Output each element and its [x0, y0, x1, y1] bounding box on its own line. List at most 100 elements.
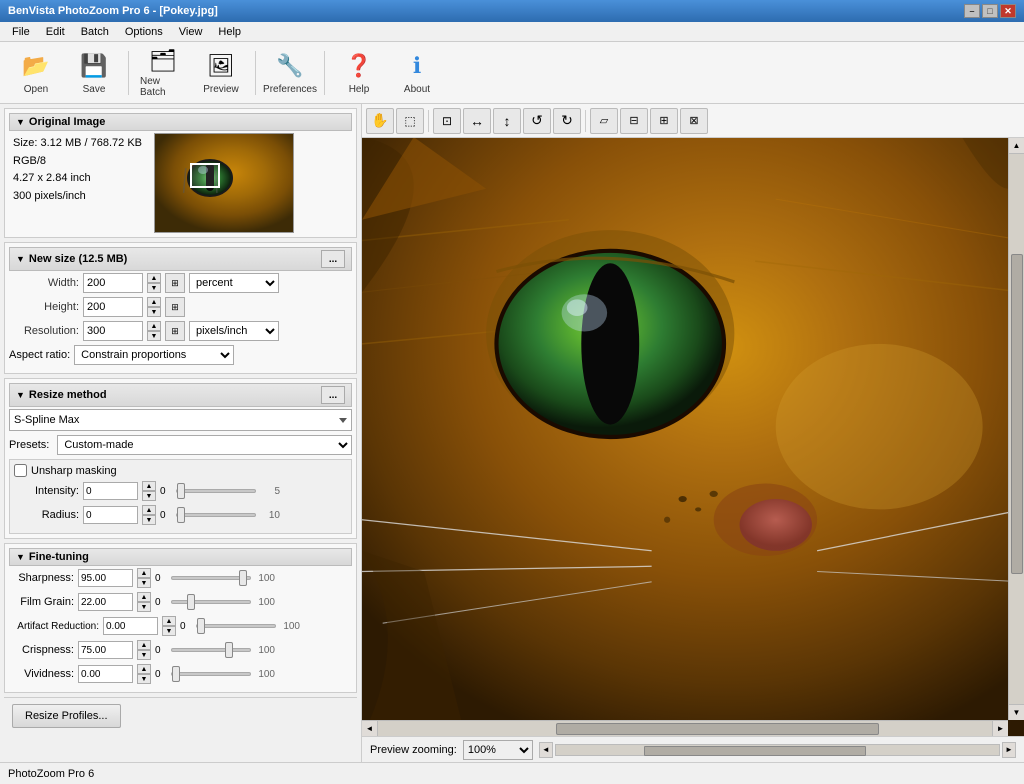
crop-button[interactable]: ⊡ [433, 108, 461, 134]
film-grain-down-button[interactable]: ▼ [137, 602, 151, 612]
radius-up-button[interactable]: ▲ [142, 505, 156, 515]
menu-options[interactable]: Options [117, 24, 171, 40]
preview-button[interactable]: 🖼 Preview [193, 46, 249, 100]
pan-tool-button[interactable]: ✋ [366, 108, 394, 134]
vividness-down-button[interactable]: ▼ [137, 674, 151, 684]
sharpness-down-button[interactable]: ▼ [137, 578, 151, 588]
preview-zoom-select[interactable]: 100% 50% 200% Fit [463, 740, 533, 760]
menu-help[interactable]: Help [210, 24, 249, 40]
intensity-down-button[interactable]: ▼ [142, 491, 156, 501]
fit-button[interactable]: ⊠ [680, 108, 708, 134]
width-extra-button[interactable]: ⊞ [165, 273, 185, 293]
right-panel: ✋ ⬚ ⊡ ↔ ↕ ↺ ↻ ▱ ⊟ ⊞ ⊠ [362, 104, 1024, 762]
sharpness-input[interactable] [78, 569, 133, 587]
crispness-up-button[interactable]: ▲ [137, 640, 151, 650]
intensity-input[interactable] [83, 482, 138, 500]
new-batch-button[interactable]: 🗂 New Batch [135, 46, 191, 100]
move-v-button[interactable]: ↕ [493, 108, 521, 134]
compare-button[interactable]: ⊞ [650, 108, 678, 134]
dimensions: 4.27 x 2.84 inch [13, 170, 142, 188]
rotate-r-button[interactable]: ↻ [553, 108, 581, 134]
sharpness-max: 100 [255, 573, 275, 584]
split-h-button[interactable]: ⊟ [620, 108, 648, 134]
open-button[interactable]: 📂 Open [8, 46, 64, 100]
intensity-up-button[interactable]: ▲ [142, 481, 156, 491]
film-grain-slider[interactable] [171, 600, 251, 604]
sharpness-slider[interactable] [171, 576, 251, 580]
artifact-slider[interactable] [196, 624, 276, 628]
radius-slider[interactable] [176, 513, 256, 517]
vividness-input[interactable] [78, 665, 133, 683]
split-v-button[interactable]: ▱ [590, 108, 618, 134]
width-down-button[interactable]: ▼ [147, 283, 161, 293]
height-up-button[interactable]: ▲ [147, 297, 161, 307]
width-unit-select[interactable]: percent pixels inch cm [189, 273, 279, 293]
zoom-scrollbar[interactable] [555, 744, 1000, 756]
height-row: Height: ▲ ▼ ⊞ [9, 297, 352, 317]
about-button[interactable]: ℹ About [389, 46, 445, 100]
close-button[interactable]: ✕ [1000, 4, 1016, 18]
save-button[interactable]: 💾 Save [66, 46, 122, 100]
height-down-button[interactable]: ▼ [147, 307, 161, 317]
crispness-input[interactable] [78, 641, 133, 659]
resolution-input[interactable] [83, 321, 143, 341]
help-icon: ❓ [343, 51, 375, 82]
minimize-button[interactable]: – [964, 4, 980, 18]
width-input[interactable] [83, 273, 143, 293]
move-h-button[interactable]: ↔ [463, 108, 491, 134]
height-input[interactable] [83, 297, 143, 317]
resize-method-select[interactable]: S-Spline Max S-Spline Bicubic Lanczos Ne… [9, 409, 352, 431]
resolution-unit-select[interactable]: pixels/inch pixels/cm [189, 321, 279, 341]
zoom-scroll-thumb[interactable] [644, 746, 866, 756]
aspect-ratio-select[interactable]: Constrain proportions Free Custom [74, 345, 234, 365]
presets-select[interactable]: Custom-made Default Photo Artwork [57, 435, 352, 455]
sharpness-up-button[interactable]: ▲ [137, 568, 151, 578]
crispness-down-button[interactable]: ▼ [137, 650, 151, 660]
film-grain-input[interactable] [78, 593, 133, 611]
vividness-up-button[interactable]: ▲ [137, 664, 151, 674]
width-up-button[interactable]: ▲ [147, 273, 161, 283]
vscroll-up-button[interactable]: ▲ [1009, 138, 1024, 154]
preview-area[interactable]: ▲ ▼ ◄ ► [362, 138, 1024, 736]
radius-down-button[interactable]: ▼ [142, 515, 156, 525]
hscroll-left-button[interactable]: ◄ [362, 721, 378, 736]
preferences-button[interactable]: 🔧 Preferences [262, 46, 318, 100]
zoom-scroll-left-button[interactable]: ◄ [539, 742, 553, 758]
resolution-extra-button[interactable]: ⊞ [165, 321, 185, 341]
artifact-down-button[interactable]: ▼ [162, 626, 176, 636]
film-grain-max: 100 [255, 597, 275, 608]
preview-label: Preview [203, 84, 239, 95]
resize-profiles-button[interactable]: Resize Profiles... [12, 704, 121, 728]
preview-vscrollbar[interactable]: ▲ ▼ [1008, 138, 1024, 720]
new-size-options-button[interactable]: ... [321, 250, 345, 268]
resolution-down-button[interactable]: ▼ [147, 331, 161, 341]
open-icon: 📂 [20, 51, 52, 82]
maximize-button[interactable]: □ [982, 4, 998, 18]
intensity-slider[interactable] [176, 489, 256, 493]
hscroll-right-button[interactable]: ► [992, 721, 1008, 736]
menu-file[interactable]: File [4, 24, 38, 40]
radius-input[interactable] [83, 506, 138, 524]
menu-edit[interactable]: Edit [38, 24, 73, 40]
help-button[interactable]: ❓ Help [331, 46, 387, 100]
menu-view[interactable]: View [171, 24, 211, 40]
height-extra-button[interactable]: ⊞ [165, 297, 185, 317]
artifact-input[interactable] [103, 617, 158, 635]
preview-hscrollbar[interactable]: ◄ ► [362, 720, 1008, 736]
vscroll-thumb[interactable] [1011, 254, 1023, 574]
unsharp-masking-checkbox[interactable] [14, 464, 27, 477]
zoom-scroll-right-button[interactable]: ► [1002, 742, 1016, 758]
crispness-slider[interactable] [171, 648, 251, 652]
resolution-up-button[interactable]: ▲ [147, 321, 161, 331]
resize-options-button[interactable]: ... [321, 386, 345, 404]
vividness-slider[interactable] [171, 672, 251, 676]
film-grain-up-button[interactable]: ▲ [137, 592, 151, 602]
sharpness-label: Sharpness: [9, 572, 74, 584]
artifact-up-button[interactable]: ▲ [162, 616, 176, 626]
menu-batch[interactable]: Batch [73, 24, 117, 40]
hscroll-thumb[interactable] [556, 723, 879, 735]
select-tool-button[interactable]: ⬚ [396, 108, 424, 134]
artifact-zero: 0 [180, 621, 192, 632]
vscroll-down-button[interactable]: ▼ [1009, 704, 1024, 720]
rotate-l-button[interactable]: ↺ [523, 108, 551, 134]
